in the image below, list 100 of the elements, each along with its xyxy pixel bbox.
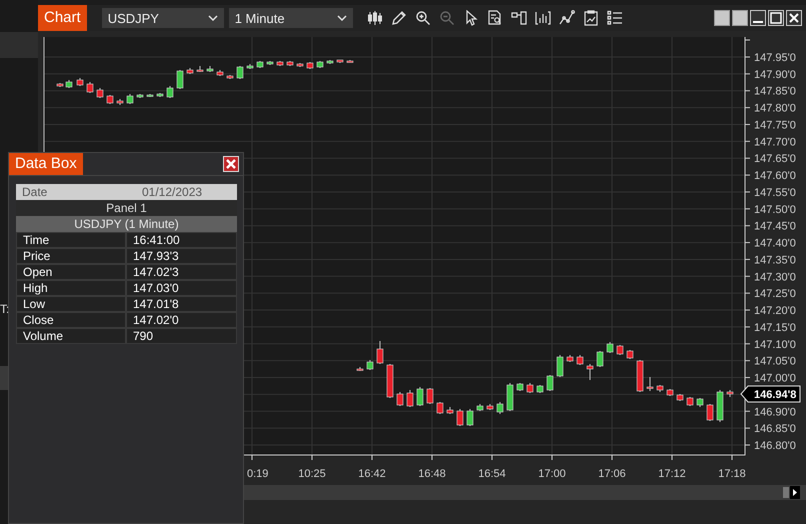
candlestick xyxy=(426,388,434,404)
minimize-icon[interactable] xyxy=(750,10,766,26)
field-value: 16:41:00 xyxy=(126,232,237,248)
candlestick xyxy=(646,376,654,392)
candlestick xyxy=(106,94,114,104)
field-label: Price xyxy=(16,248,126,264)
price-label: 147.95'0 xyxy=(754,52,796,64)
candlestick xyxy=(366,360,374,370)
candlestick xyxy=(236,66,244,80)
candlestick xyxy=(506,382,514,412)
price-label: 147.85'0 xyxy=(754,86,796,98)
field-value: 790 xyxy=(126,328,237,344)
candlestick xyxy=(176,70,184,90)
candlestick xyxy=(196,66,204,72)
candlestick xyxy=(346,60,354,63)
price-label: 147.05'0 xyxy=(754,356,796,368)
candlestick xyxy=(716,390,724,422)
price-label: 147.15'0 xyxy=(754,322,796,334)
time-label: 17:06 xyxy=(598,468,626,480)
close-icon[interactable] xyxy=(786,10,802,26)
current-price-label: 146.94'8 xyxy=(754,389,796,401)
line-chart-icon[interactable] xyxy=(558,10,575,26)
candlestick xyxy=(516,382,524,392)
pencil-icon[interactable] xyxy=(390,10,407,26)
candlestick xyxy=(476,404,484,412)
scroll-right-icon[interactable] xyxy=(790,486,800,499)
time-label: 16:42 xyxy=(358,468,386,480)
list-icon[interactable] xyxy=(606,10,623,26)
candlestick xyxy=(586,364,594,380)
candlestick xyxy=(396,392,404,406)
field-value: 147.02'3 xyxy=(126,264,237,280)
bar-chart-icon[interactable] xyxy=(534,10,551,26)
price-label: 146.80'0 xyxy=(754,440,796,452)
candlestick xyxy=(206,66,214,72)
price-label: 147.10'0 xyxy=(754,338,796,351)
price-label: 147.35'0 xyxy=(754,254,796,266)
price-label: 147.25'0 xyxy=(754,288,796,300)
candlestick xyxy=(436,402,444,414)
candlestick xyxy=(466,408,474,426)
candlestick xyxy=(406,390,414,408)
price-label: 146.90'0 xyxy=(754,406,796,418)
zoom-out-icon[interactable] xyxy=(438,10,455,26)
time-label: 17:18 xyxy=(718,468,746,480)
clipboard-icon[interactable] xyxy=(582,10,599,26)
candlestick xyxy=(226,74,234,80)
candlestick xyxy=(676,394,684,402)
time-label: 0:19 xyxy=(247,468,268,480)
interval-dropdown[interactable]: 1 Minute xyxy=(228,8,353,28)
candlestick xyxy=(96,88,104,98)
time-label: 10:25 xyxy=(298,468,326,480)
candlestick xyxy=(186,68,194,74)
candlestick xyxy=(126,94,134,104)
candlestick xyxy=(726,390,734,398)
candlestick-icon[interactable] xyxy=(366,10,383,26)
candlestick xyxy=(556,354,564,378)
instrument-dropdown[interactable]: USDJPY xyxy=(102,8,224,28)
field-value: 147.01'8 xyxy=(126,296,237,312)
candlestick xyxy=(706,404,714,422)
candlestick xyxy=(376,340,384,364)
caret-icon xyxy=(208,15,218,21)
candlestick xyxy=(316,60,324,68)
candlestick xyxy=(636,360,644,392)
current-price-marker xyxy=(740,386,800,402)
zoom-in-icon[interactable] xyxy=(414,10,431,26)
document-search-icon[interactable] xyxy=(486,10,503,26)
field-label: Close xyxy=(16,312,126,328)
price-label: 147.60'0 xyxy=(754,170,796,182)
candlestick xyxy=(266,60,274,66)
field-label: Date xyxy=(21,184,48,200)
candlestick xyxy=(276,60,284,66)
candlestick xyxy=(686,396,694,406)
price-label: 147.75'0 xyxy=(754,119,796,132)
close-icon[interactable] xyxy=(223,156,239,172)
price-label: 147.40'0 xyxy=(754,238,796,250)
candlestick xyxy=(536,384,544,394)
field-value: 147.93'3 xyxy=(126,248,237,264)
panel-heading: Panel 1 xyxy=(16,200,237,216)
price-label: 147.50'0 xyxy=(754,204,796,216)
candlestick xyxy=(56,82,64,88)
candlestick xyxy=(326,60,334,64)
candlestick xyxy=(356,366,364,372)
field-label: Volume xyxy=(16,328,126,344)
scrollbar-thumb[interactable] xyxy=(783,487,789,498)
price-label: 147.30'0 xyxy=(754,271,796,284)
candlestick xyxy=(566,354,574,362)
time-label: 17:00 xyxy=(538,468,566,480)
series-heading: USDJPY (1 Minute) xyxy=(16,216,237,232)
time-label: 16:54 xyxy=(478,468,506,480)
candlestick xyxy=(216,70,224,76)
field-value: 01/12/2023 xyxy=(141,184,204,200)
candlestick xyxy=(416,386,424,406)
price-label: 147.80'0 xyxy=(754,102,796,115)
panel-icon[interactable] xyxy=(510,10,527,26)
maximize-icon[interactable] xyxy=(768,10,784,26)
caret-icon xyxy=(336,15,347,21)
candlestick xyxy=(626,350,634,360)
time-label: 17:12 xyxy=(658,468,686,480)
candlestick xyxy=(666,388,674,396)
candlestick xyxy=(156,92,164,98)
candlestick xyxy=(526,382,534,394)
